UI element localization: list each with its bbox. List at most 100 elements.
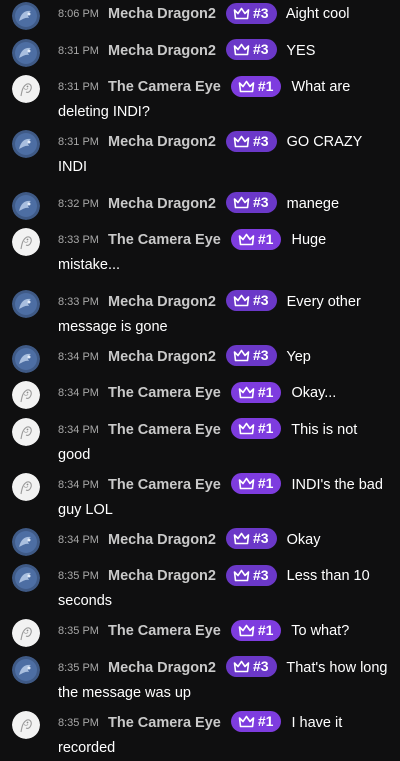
chat-message: 8:31 PM Mecha Dragon2 #3 GO CRAZY INDI	[12, 130, 392, 180]
chat-message: 8:34 PM Mecha Dragon2 #3 Okay	[12, 527, 392, 556]
avatar-mecha-dragon2[interactable]	[12, 2, 40, 30]
message-timestamp: 8:32 PM	[58, 197, 99, 210]
message-timestamp: 8:31 PM	[58, 81, 99, 93]
badge-rank-label: #3	[253, 132, 269, 149]
message-text: To what?	[291, 623, 350, 639]
crown-icon	[233, 7, 250, 19]
chat-message: 8:34 PM The Camera Eye #1 This is not go…	[12, 417, 392, 468]
chat-message: 8:06 PM Mecha Dragon2 #3 Aight cool	[12, 2, 392, 30]
message-author[interactable]: Mecha Dragon2	[108, 532, 216, 548]
rank-badge: #1	[230, 711, 282, 733]
chat-message: 8:35 PM The Camera Eye #1 To what?	[12, 619, 392, 647]
rank-badge: #3	[226, 2, 277, 24]
message-timestamp: 8:35 PM	[58, 570, 99, 582]
crown-icon	[233, 43, 250, 56]
avatar-the-camera-eye[interactable]	[12, 75, 40, 103]
message-timestamp: 8:35 PM	[58, 661, 99, 674]
crown-icon	[238, 422, 255, 435]
message-timestamp: 8:34 PM	[58, 350, 99, 363]
message-author[interactable]: Mecha Dragon2	[108, 294, 216, 310]
avatar-the-camera-eye[interactable]	[12, 710, 40, 739]
message-author[interactable]: Mecha Dragon2	[108, 568, 216, 584]
avatar-the-camera-eye[interactable]	[12, 228, 40, 256]
rank-badge: #1	[230, 418, 282, 440]
rank-badge: #3	[226, 39, 277, 61]
message-text: YES	[286, 42, 316, 59]
badge-rank-label: #1	[257, 230, 274, 247]
chat-log: 8:06 PM Mecha Dragon2 #3 Aight cool 8:31…	[0, 0, 400, 756]
message-text: Aight cool	[285, 6, 350, 22]
message-author[interactable]: Mecha Dragon2	[108, 134, 216, 150]
message-author[interactable]: Mecha Dragon2	[108, 660, 216, 676]
message-author[interactable]: The Camera Eye	[108, 715, 221, 731]
chat-message: 8:35 PM Mecha Dragon2 #3 That's how long…	[12, 655, 392, 706]
chat-message: 8:31 PM The Camera Eye #1 What are delet…	[12, 75, 392, 125]
message-text: manege	[286, 195, 340, 212]
rank-badge: #3	[226, 656, 277, 678]
message-author[interactable]: Mecha Dragon2	[108, 349, 216, 365]
badge-rank-label: #1	[257, 475, 274, 492]
avatar-mecha-dragon2[interactable]	[12, 191, 40, 220]
avatar-mecha-dragon2[interactable]	[12, 564, 40, 592]
rank-badge: #1	[230, 473, 282, 495]
crown-icon	[233, 349, 250, 362]
message-author[interactable]: The Camera Eye	[108, 79, 221, 95]
message-timestamp: 8:34 PM	[58, 478, 99, 491]
badge-rank-label: #3	[253, 292, 269, 309]
badge-rank-label: #3	[253, 530, 269, 547]
rank-badge: #1	[230, 619, 282, 641]
message-timestamp: 8:34 PM	[58, 387, 99, 399]
avatar-the-camera-eye[interactable]	[12, 472, 40, 501]
message-author[interactable]: The Camera Eye	[108, 623, 221, 639]
message-timestamp: 8:33 PM	[58, 234, 99, 246]
rank-badge: #3	[226, 130, 277, 152]
chat-message: 8:34 PM The Camera Eye #1 Okay...	[12, 381, 392, 409]
avatar-mecha-dragon2[interactable]	[12, 130, 40, 158]
message-author[interactable]: The Camera Eye	[108, 232, 221, 248]
avatar-mecha-dragon2[interactable]	[12, 38, 40, 67]
badge-rank-label: #3	[253, 4, 269, 21]
crown-icon	[238, 477, 255, 490]
message-author[interactable]: Mecha Dragon2	[108, 43, 216, 59]
message-text: Okay	[286, 531, 321, 548]
crown-icon	[233, 294, 250, 307]
badge-rank-label: #3	[253, 41, 269, 58]
crown-icon	[233, 569, 250, 581]
crown-icon	[238, 80, 255, 92]
badge-rank-label: #3	[253, 658, 269, 675]
crown-icon	[238, 715, 255, 728]
badge-rank-label: #3	[253, 566, 269, 583]
badge-rank-label: #3	[253, 194, 269, 211]
message-timestamp: 8:31 PM	[58, 136, 99, 148]
message-author[interactable]: Mecha Dragon2	[108, 196, 216, 212]
badge-rank-label: #1	[257, 621, 274, 638]
avatar-mecha-dragon2[interactable]	[12, 289, 40, 318]
message-timestamp: 8:34 PM	[58, 533, 99, 546]
avatar-mecha-dragon2[interactable]	[12, 344, 40, 373]
message-author[interactable]: The Camera Eye	[108, 385, 221, 401]
crown-icon	[233, 196, 250, 209]
chat-message: 8:34 PM The Camera Eye #1 INDI's the bad…	[12, 472, 392, 523]
avatar-the-camera-eye[interactable]	[12, 417, 40, 446]
message-timestamp: 8:35 PM	[58, 625, 99, 637]
crown-icon	[238, 233, 255, 245]
message-timestamp: 8:34 PM	[58, 423, 99, 436]
chat-message: 8:31 PM Mecha Dragon2 #3 YES	[12, 38, 392, 67]
message-text: Yep	[286, 348, 311, 365]
avatar-mecha-dragon2[interactable]	[12, 527, 40, 556]
message-author[interactable]: The Camera Eye	[108, 422, 221, 438]
badge-rank-label: #1	[257, 420, 274, 437]
avatar-the-camera-eye[interactable]	[12, 619, 40, 647]
message-timestamp: 8:06 PM	[58, 8, 99, 20]
rank-badge: #1	[230, 75, 282, 97]
rank-badge: #3	[226, 290, 277, 312]
message-author[interactable]: The Camera Eye	[108, 477, 221, 493]
avatar-the-camera-eye[interactable]	[12, 381, 40, 409]
message-author[interactable]: Mecha Dragon2	[108, 6, 216, 22]
avatar-mecha-dragon2[interactable]	[12, 655, 40, 684]
crown-icon	[233, 135, 250, 147]
message-timestamp: 8:31 PM	[58, 44, 99, 57]
rank-badge: #3	[226, 345, 277, 367]
chat-message: 8:34 PM Mecha Dragon2 #3 Yep	[12, 344, 392, 373]
badge-rank-label: #1	[257, 383, 274, 400]
